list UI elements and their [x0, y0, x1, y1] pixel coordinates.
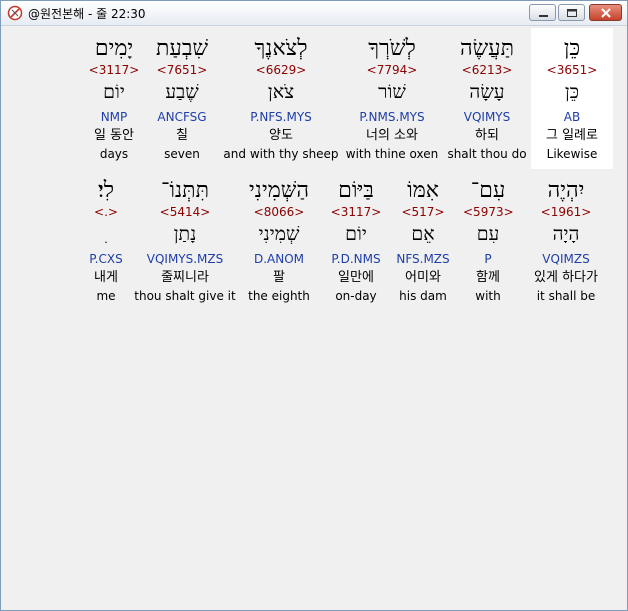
- strong-number: <8066>: [253, 205, 305, 219]
- hebrew-lemma: יוֹם: [345, 223, 367, 245]
- hebrew-word: יִהְיֶה: [547, 178, 585, 203]
- english-gloss: on-day: [335, 289, 377, 303]
- english-gloss: the eighth: [248, 289, 310, 303]
- maximize-button[interactable]: [558, 4, 585, 21]
- korean-gloss: 함께: [476, 270, 500, 285]
- morphology-code: D.ANOM: [253, 252, 305, 266]
- morphology-code: P.D.NMS: [331, 252, 381, 266]
- english-gloss: his dam: [399, 289, 447, 303]
- interlinear-pane: כֵּן <3651> כֵּן AB 그 일례로 Likewise תַּעֲ…: [7, 28, 621, 605]
- morphology-code: NFS.MZS: [396, 252, 450, 266]
- word-cell-2-7[interactable]: לִי׃ <.> ִ P.CXS 내게 me: [83, 28, 129, 311]
- hebrew-lemma: ִ: [83, 223, 129, 245]
- strong-number: <517>: [401, 205, 445, 219]
- morphology-code: VQIMZS: [542, 252, 590, 266]
- window-title: @원전본해 - 줄 22:30: [28, 7, 146, 21]
- word-cell-2-2[interactable]: עִם־ <5973> עִם P 함께 with: [463, 28, 514, 311]
- korean-gloss: 내게: [94, 270, 118, 285]
- close-icon: [601, 8, 611, 18]
- korean-gloss: 줄찌니라: [161, 270, 209, 285]
- morphology-code: P.CXS: [89, 252, 123, 266]
- hebrew-lemma: נָתַן: [173, 223, 197, 245]
- hebrew-word: תִּתְּנוֹ־: [160, 178, 210, 203]
- minimize-button[interactable]: [529, 4, 556, 21]
- hebrew-word: עִם־: [470, 178, 506, 203]
- strong-number: <5973>: [463, 205, 514, 219]
- word-cell-2-3[interactable]: אִמּוֹ <517> אֵם NFS.MZS 어미와 his dam: [391, 28, 455, 311]
- strong-number: <3117>: [330, 205, 382, 219]
- hebrew-word: הַשְּׁמִינִי: [249, 178, 309, 203]
- close-button[interactable]: [589, 4, 622, 21]
- english-gloss: thou shalt give it: [134, 289, 236, 303]
- hebrew-lemma: עִם: [476, 223, 500, 245]
- korean-gloss: 어미와: [405, 270, 441, 285]
- app-window: @원전본해 - 줄 22:30 כֵּן <3651> כֵּן AB 그 일례…: [0, 0, 628, 611]
- korean-gloss: 팔: [273, 270, 285, 285]
- hebrew-word: לִי׃: [97, 178, 115, 203]
- korean-gloss: 있게 하다가: [534, 270, 598, 285]
- hebrew-word: אִמּוֹ: [407, 178, 439, 203]
- word-cell-2-1[interactable]: יִהְיֶה <1961> הָיָה VQIMZS 있게 하다가 it sh…: [520, 28, 612, 311]
- strong-number: <1961>: [540, 205, 592, 219]
- morphology-code: P: [484, 252, 492, 266]
- strong-number: <.>: [94, 205, 118, 219]
- strong-number: <5414>: [159, 205, 211, 219]
- word-cell-2-6[interactable]: תִּתְּנוֹ־ <5414> נָתַן VQIMYS.MZS 줄찌니라 …: [133, 28, 237, 311]
- hebrew-lemma: הָיָה: [552, 223, 580, 245]
- hebrew-word: בַּיּוֹם: [338, 178, 374, 203]
- hebrew-lemma: אֵם: [411, 223, 435, 245]
- app-logo-icon: [7, 5, 23, 21]
- morphology-code: VQIMYS.MZS: [146, 252, 224, 266]
- english-gloss: with: [475, 289, 501, 303]
- english-gloss: it shall be: [536, 289, 596, 303]
- korean-gloss: 일만에: [338, 270, 374, 285]
- word-cell-2-4[interactable]: בַּיּוֹם <3117> יוֹם P.D.NMS 일만에 on-day: [325, 28, 387, 311]
- word-cell-2-5[interactable]: הַשְּׁמִינִי <8066> שְׁמִינִי D.ANOM 팔 t…: [241, 28, 317, 311]
- english-gloss: me: [96, 289, 116, 303]
- hebrew-lemma: שְׁמִינִי: [258, 223, 300, 245]
- maximize-icon: [567, 9, 577, 17]
- title-bar[interactable]: @원전본해 - 줄 22:30: [1, 1, 627, 26]
- minimize-icon: [539, 15, 548, 17]
